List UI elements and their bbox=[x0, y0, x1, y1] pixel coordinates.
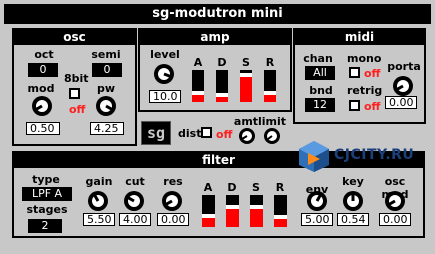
key-knob[interactable] bbox=[341, 189, 365, 213]
bnd-rng-value-box[interactable]: 12 bbox=[305, 98, 335, 112]
retrig-label: retrig bbox=[347, 84, 383, 97]
amp-release-label: R bbox=[265, 56, 275, 69]
oct-label: oct bbox=[34, 48, 54, 61]
amp-panel-title: amp bbox=[140, 30, 290, 45]
dist-label: dist bbox=[178, 127, 202, 140]
synth-window: sg-modutron mini osc oct 0 semi 0 mod 0.… bbox=[0, 0, 435, 254]
gain-value-field[interactable]: 5.50 bbox=[83, 213, 115, 226]
type-label: type bbox=[32, 173, 60, 186]
level-knob[interactable] bbox=[152, 62, 176, 86]
gain-label: gain bbox=[85, 175, 113, 188]
filter-decay-slider[interactable] bbox=[226, 195, 239, 227]
watermark: CJCITY.RU bbox=[296, 139, 424, 173]
filter-release-label: R bbox=[275, 181, 285, 194]
filter-attack-label: A bbox=[203, 181, 213, 194]
amp-attack-label: A bbox=[193, 56, 203, 69]
amp-sustain-slider[interactable] bbox=[240, 70, 252, 102]
filter-decay-label: D bbox=[227, 181, 237, 194]
title-bar: sg-modutron mini bbox=[4, 4, 431, 24]
mod-value-field[interactable]: 0.50 bbox=[26, 122, 60, 135]
semi-value-box[interactable]: 0 bbox=[92, 63, 122, 77]
8bit-checkbox[interactable] bbox=[69, 88, 80, 99]
midi-panel: midi chan All mono off porta 0.00 bnd rn… bbox=[293, 28, 426, 124]
sg-logo-text: sg bbox=[146, 124, 166, 142]
amt-knob[interactable] bbox=[238, 127, 256, 145]
watermark-text: CJCITY.RU bbox=[334, 147, 415, 163]
res-label: res bbox=[163, 175, 183, 188]
osc-panel: osc oct 0 semi 0 mod 0.50 8bit off pw 4.… bbox=[12, 28, 137, 146]
mono-label: mono bbox=[347, 52, 382, 65]
semi-label: semi bbox=[91, 48, 121, 61]
osc-panel-title: osc bbox=[14, 30, 135, 45]
level-label: level bbox=[150, 48, 180, 61]
amp-decay-label: D bbox=[217, 56, 227, 69]
cut-label: cut bbox=[125, 175, 145, 188]
amp-decay-slider[interactable] bbox=[216, 70, 228, 102]
key-value-field[interactable]: 0.54 bbox=[337, 213, 369, 226]
sg-logo: sg bbox=[141, 121, 171, 145]
osc-mod-knob[interactable] bbox=[383, 189, 407, 213]
watermark-cube-icon bbox=[299, 141, 329, 172]
osc-mod-value-field[interactable]: 0.00 bbox=[379, 213, 411, 226]
midi-panel-title: midi bbox=[295, 30, 424, 45]
filter-type-box[interactable]: LPF A bbox=[22, 187, 72, 201]
amp-panel: amp level 10.0 A D S R bbox=[138, 28, 292, 112]
8bit-label: 8bit bbox=[64, 72, 89, 85]
filter-attack-slider[interactable] bbox=[202, 195, 215, 227]
env-value-field[interactable]: 5.00 bbox=[301, 213, 333, 226]
porta-value-field[interactable]: 0.00 bbox=[385, 96, 417, 109]
porta-label: porta bbox=[387, 60, 421, 73]
filter-sustain-slider[interactable] bbox=[250, 195, 263, 227]
filter-release-slider[interactable] bbox=[274, 195, 287, 227]
mono-checkbox[interactable] bbox=[349, 67, 360, 78]
cut-value-field[interactable]: 4.00 bbox=[119, 213, 151, 226]
chan-label: chan bbox=[303, 52, 333, 65]
level-value-field[interactable]: 10.0 bbox=[149, 90, 181, 103]
porta-knob[interactable] bbox=[391, 74, 415, 98]
stages-value-box[interactable]: 2 bbox=[28, 219, 62, 233]
retrig-state: off bbox=[364, 100, 381, 113]
retrig-checkbox[interactable] bbox=[349, 100, 360, 111]
oct-value-box[interactable]: 0 bbox=[28, 63, 58, 77]
res-value-field[interactable]: 0.00 bbox=[157, 213, 189, 226]
8bit-state: off bbox=[69, 103, 86, 116]
pw-knob[interactable] bbox=[94, 94, 118, 118]
pw-value-field[interactable]: 4.25 bbox=[90, 122, 124, 135]
amp-sustain-label: S bbox=[242, 56, 250, 69]
amp-attack-slider[interactable] bbox=[192, 70, 204, 102]
cut-knob[interactable] bbox=[122, 189, 146, 213]
app-title: sg-modutron mini bbox=[152, 6, 283, 21]
gain-knob[interactable] bbox=[86, 189, 110, 213]
filter-sustain-label: S bbox=[252, 181, 260, 194]
dist-state: off bbox=[216, 128, 233, 141]
chan-value-box[interactable]: All bbox=[305, 66, 335, 80]
amp-release-slider[interactable] bbox=[264, 70, 276, 102]
env-knob[interactable] bbox=[305, 189, 329, 213]
dist-checkbox[interactable] bbox=[201, 127, 212, 138]
stages-label: stages bbox=[26, 203, 68, 216]
res-knob[interactable] bbox=[160, 189, 184, 213]
mono-state: off bbox=[364, 67, 381, 80]
key-label: key bbox=[342, 175, 364, 188]
mod-knob[interactable] bbox=[30, 94, 54, 118]
limit-knob[interactable] bbox=[263, 127, 281, 145]
